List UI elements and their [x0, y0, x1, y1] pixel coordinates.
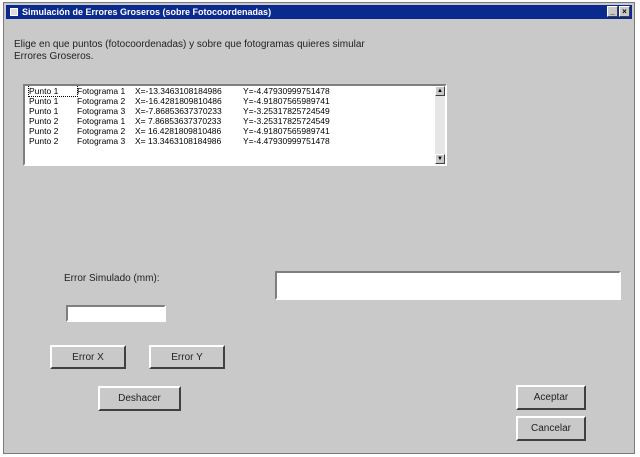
list-cell-punto: Punto 1 — [29, 106, 59, 116]
list-cell-x: X=-16.4281809810486 — [135, 96, 222, 106]
list-item[interactable]: Punto 2 Fotograma 1 X= 7.86853637370233 Y=-… — [25, 116, 445, 126]
list-scrollbar[interactable]: ▲ ▼ — [435, 86, 445, 164]
list-cell-y: Y=-4.47930999751478 — [243, 136, 330, 146]
list-cell-y: Y=-4.91807565989741 — [243, 96, 330, 106]
error-value-input[interactable] — [66, 305, 166, 322]
error-x-button[interactable]: Error X — [50, 345, 126, 369]
error-simulado-label: Error Simulado (mm): — [64, 273, 160, 284]
list-cell-foto: Fotograma 2 — [77, 126, 126, 136]
list-item[interactable]: Punto 1 Fotograma 2 X=-16.4281809810486 Y=-… — [25, 96, 445, 106]
list-cell-y: Y=-4.91807565989741 — [243, 126, 330, 136]
list-cell-foto: Fotograma 3 — [77, 136, 126, 146]
list-cell-punto: Punto 2 — [29, 126, 59, 136]
cancelar-button[interactable]: Cancelar — [516, 416, 586, 441]
list-cell-foto: Fotograma 1 — [77, 116, 126, 126]
list-cell-x: X= 13.3463108184986 — [135, 136, 222, 146]
aceptar-button[interactable]: Aceptar — [516, 385, 586, 410]
list-cell-punto: Punto 1 — [29, 96, 59, 106]
list-item[interactable]: Punto 2 Fotograma 3 X= 13.3463108184986 Y=-… — [25, 136, 445, 146]
list-item[interactable]: Punto 2 Fotograma 2 X= 16.4281809810486 Y=-… — [25, 126, 445, 136]
result-field[interactable] — [275, 271, 621, 300]
list-cell-x: X=-7.86853637370233 — [135, 106, 222, 116]
list-cell-y: Y=-4.47930999751478 — [243, 86, 330, 96]
list-item[interactable]: Punto 1 Fotograma 3 X=-7.86853637370233 Y=-… — [25, 106, 445, 116]
list-cell-foto: Fotograma 1 — [77, 86, 126, 96]
list-cell-punto: Punto 1 — [28, 86, 78, 97]
scroll-down-icon[interactable]: ▼ — [435, 154, 445, 164]
window-title: Simulación de Errores Groseros (sobre Fo… — [22, 7, 272, 17]
scroll-up-icon[interactable]: ▲ — [435, 86, 445, 96]
list-cell-y: Y=-3.25317825724549 — [243, 116, 330, 126]
list-cell-x: X= 7.86853637370233 — [135, 116, 222, 126]
list-cell-foto: Fotograma 3 — [77, 106, 126, 116]
list-cell-foto: Fotograma 2 — [77, 96, 126, 106]
points-listbox[interactable]: Punto 1 Fotograma 1 X=-13.3463108184986 Y=-… — [23, 84, 447, 166]
list-item[interactable]: Punto 1 Fotograma 1 X=-13.3463108184986 Y=-… — [25, 86, 445, 97]
dialog-window: Simulación de Errores Groseros (sobre Fo… — [3, 2, 635, 454]
list-cell-x: X=-13.3463108184986 — [135, 86, 222, 96]
list-cell-punto: Punto 2 — [29, 136, 59, 146]
title-bar[interactable]: Simulación de Errores Groseros (sobre Fo… — [6, 5, 632, 19]
deshacer-button[interactable]: Deshacer — [98, 386, 181, 411]
instructions-text: Elige en que puntos (fotocoordenadas) y … — [14, 39, 365, 62]
list-cell-x: X= 16.4281809810486 — [135, 126, 222, 136]
close-button[interactable]: × — [619, 6, 630, 17]
error-y-button[interactable]: Error Y — [149, 345, 225, 369]
list-cell-y: Y=-3.25317825724549 — [243, 106, 330, 116]
minimize-button[interactable]: _ — [607, 6, 618, 17]
window-system-icon[interactable] — [10, 8, 18, 16]
list-cell-punto: Punto 2 — [29, 116, 59, 126]
